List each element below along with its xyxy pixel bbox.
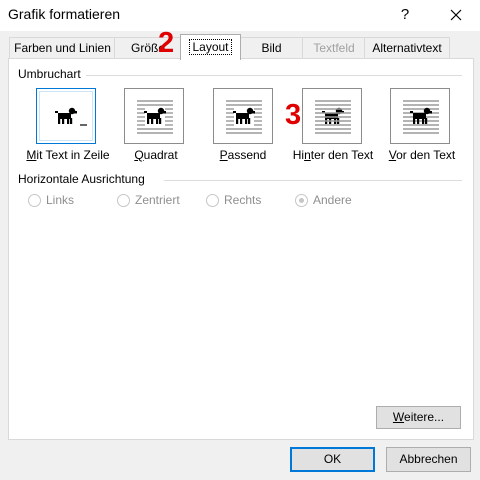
radio-label-links: Links bbox=[46, 193, 75, 207]
close-button[interactable] bbox=[436, 2, 476, 28]
wrap-label-rest: ter den Text bbox=[310, 148, 374, 162]
radio-label-andere: Andere bbox=[313, 193, 352, 207]
wrap-section-title: Umbruchart bbox=[18, 67, 81, 81]
tab-alternativtext[interactable]: Alternativtext bbox=[364, 37, 450, 59]
tab-label: Textfeld bbox=[313, 41, 355, 55]
wrap-tight-icon bbox=[226, 100, 262, 134]
wrap-square-icon bbox=[137, 100, 173, 134]
help-icon: ? bbox=[400, 6, 410, 23]
help-button[interactable]: ? bbox=[394, 4, 416, 26]
tab-label: Layout bbox=[189, 39, 232, 55]
wrap-label-hotkey: V bbox=[388, 148, 397, 162]
radio-zentriert bbox=[117, 194, 130, 207]
radio-label-zentriert: Zentriert bbox=[135, 193, 180, 207]
wrap-label-hotkey: Q bbox=[134, 148, 144, 162]
more-button[interactable]: Weitere... bbox=[376, 406, 461, 429]
wrap-option-tight[interactable] bbox=[213, 88, 273, 144]
wrap-behind-icon bbox=[315, 100, 351, 134]
wrap-option-behind[interactable] bbox=[302, 88, 362, 144]
wrap-inline-icon bbox=[55, 107, 87, 126]
wrap-option-inline[interactable] bbox=[36, 88, 96, 144]
wrap-label-hotkey: n bbox=[304, 148, 311, 162]
tab-bild[interactable]: Bild bbox=[239, 37, 304, 59]
wrap-section-divider bbox=[86, 75, 462, 76]
wrap-label-rest: or den Text bbox=[396, 148, 456, 162]
tab-label: Farben und Linien bbox=[14, 41, 111, 55]
ok-label: OK bbox=[323, 452, 342, 466]
wrap-option-in-front[interactable] bbox=[390, 88, 450, 144]
radio-andere bbox=[295, 194, 308, 207]
wrap-label-rest: uadrat bbox=[143, 148, 178, 162]
more-label: eitere... bbox=[404, 410, 445, 424]
radio-label-rechts: Rechts bbox=[224, 193, 262, 207]
ok-button[interactable]: OK bbox=[290, 447, 375, 472]
wrap-label-hotkey: P bbox=[219, 148, 228, 162]
wrap-label-prefix: Hi bbox=[292, 148, 305, 162]
tab-label: Alternativtext bbox=[372, 41, 442, 55]
radio-rechts bbox=[206, 194, 219, 207]
window-title: Grafik formatieren bbox=[8, 6, 121, 22]
wrap-label-in-front[interactable]: Vor den Text bbox=[367, 148, 477, 162]
tab-label: Bild bbox=[261, 41, 282, 55]
wrap-in-front-icon bbox=[403, 100, 439, 134]
tab-farben-und-linien[interactable]: Farben und Linien bbox=[9, 37, 116, 59]
cancel-label: Abbrechen bbox=[399, 452, 458, 466]
annotation-marker-2: 2 bbox=[158, 27, 175, 59]
cancel-button[interactable]: Abbrechen bbox=[386, 447, 471, 472]
wrap-option-square[interactable] bbox=[124, 88, 184, 144]
tab-textfeld: Textfeld bbox=[302, 37, 366, 59]
align-section-title: Horizontale Ausrichtung bbox=[18, 172, 145, 186]
radio-links bbox=[28, 194, 41, 207]
wrap-label-hotkey: M bbox=[26, 148, 37, 162]
wrap-label-rest: assend bbox=[227, 148, 267, 162]
close-icon bbox=[450, 9, 462, 21]
wrap-label-rest: it Text in Zeile bbox=[36, 148, 110, 162]
tab-layout[interactable]: Layout bbox=[180, 34, 241, 60]
annotation-marker-3: 3 bbox=[285, 99, 302, 131]
title-bar: Grafik formatieren ? bbox=[0, 0, 480, 31]
align-section-divider bbox=[164, 180, 462, 181]
more-hotkey: W bbox=[392, 410, 405, 424]
